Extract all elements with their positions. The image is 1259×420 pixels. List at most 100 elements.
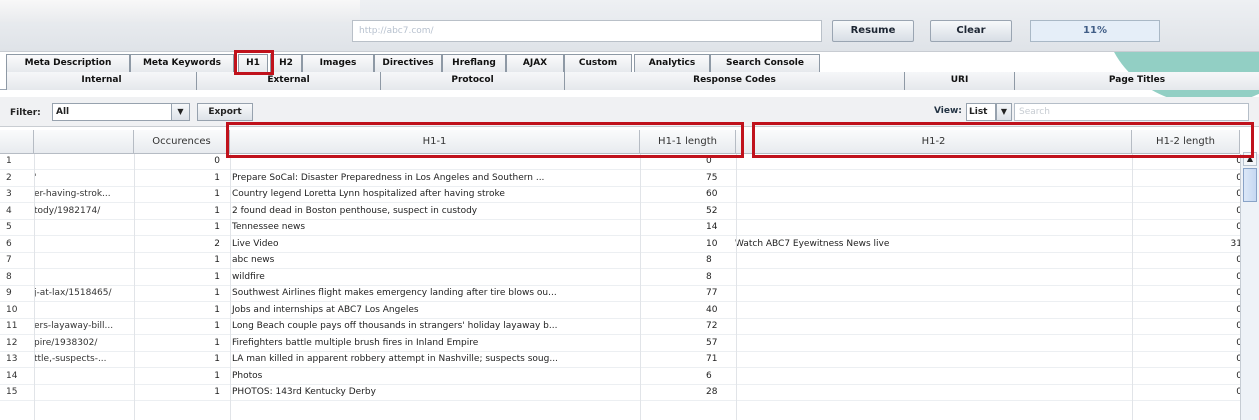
occurences-cell: 1 bbox=[214, 370, 220, 381]
h1-tab-highlight bbox=[234, 50, 274, 75]
occurences-cell: 1 bbox=[214, 288, 220, 298]
occurences-cell: 1 bbox=[214, 172, 220, 183]
vertical-scrollbar[interactable]: ▲ bbox=[1240, 152, 1259, 420]
occurences-cell: 1 bbox=[214, 271, 220, 282]
row-number: 7 bbox=[6, 255, 12, 265]
h1-1-length-cell: 6 bbox=[706, 370, 712, 381]
row-number: 2 bbox=[6, 172, 12, 183]
table-row[interactable]: 13 ttle,-suspects-... 1 LA man killed in ap… bbox=[0, 352, 1242, 368]
tab-external[interactable]: External bbox=[196, 72, 380, 90]
h1-2-cell bbox=[733, 253, 1133, 269]
clear-button[interactable]: Clear bbox=[930, 20, 1012, 42]
occurences-cell: 1 bbox=[214, 337, 220, 348]
h1-1-length-cell: 10 bbox=[706, 238, 718, 249]
h1-2-cell bbox=[733, 204, 1133, 220]
h1-1-length-cell: 72 bbox=[706, 321, 718, 331]
table-row[interactable]: 11 ers-layaway-bill... 1 Long Beach couple … bbox=[0, 319, 1242, 335]
tab-directives[interactable]: Directives bbox=[374, 54, 442, 72]
filter-select[interactable]: All ▼ bbox=[52, 103, 190, 121]
export-button[interactable]: Export bbox=[197, 103, 253, 121]
tab-analytics[interactable]: Analytics bbox=[634, 54, 710, 72]
row-number: 4 bbox=[6, 205, 12, 216]
address-cell bbox=[34, 270, 134, 286]
address-cell: tody/1982174/ bbox=[34, 205, 101, 216]
h1-2-cell bbox=[733, 352, 1133, 368]
h1-1-length-cell: 8 bbox=[706, 255, 712, 265]
h1-2-length-cell: 0 bbox=[1134, 204, 1244, 220]
tab-response-codes[interactable]: Response Codes bbox=[564, 72, 904, 90]
h1-1-length-cell: 52 bbox=[706, 205, 718, 216]
tab-page-titles[interactable]: Page Titles bbox=[1014, 72, 1259, 90]
h1-1-cell: abc news bbox=[232, 255, 275, 265]
table-row[interactable]: 6 2 Live Video 10 Watch ABC7 Eyewitness News… bbox=[0, 237, 1242, 253]
table-row[interactable]: 2 ' 1 Prepare SoCal: Disaster Preparedness … bbox=[0, 171, 1242, 187]
occurences-cell: 2 bbox=[214, 238, 220, 249]
crawl-progress: 11% bbox=[1030, 20, 1160, 42]
column-divider bbox=[736, 154, 737, 420]
blurred-menu-area bbox=[0, 0, 360, 22]
h1-1-columns-highlight bbox=[226, 122, 744, 158]
tab-custom[interactable]: Custom bbox=[564, 54, 632, 72]
resume-button[interactable]: Resume bbox=[832, 20, 914, 42]
caret-down-icon[interactable]: ▼ bbox=[996, 103, 1012, 121]
address-cell bbox=[34, 220, 134, 236]
h1-2-cell bbox=[733, 303, 1133, 319]
h1-2-length-cell: 0 bbox=[1134, 303, 1244, 319]
search-input[interactable]: Search bbox=[1014, 103, 1249, 121]
tab-ajax[interactable]: AJAX bbox=[506, 54, 564, 72]
tab-h2[interactable]: H2 bbox=[270, 54, 302, 72]
h1-2-cell: Watch ABC7 Eyewitness News live bbox=[735, 238, 890, 249]
view-select[interactable]: List bbox=[966, 103, 996, 121]
table-row[interactable]: 10 1 Jobs and internships at ABC7 Los Ange… bbox=[0, 303, 1242, 319]
occurences-cell: 1 bbox=[214, 222, 220, 232]
address-cell bbox=[34, 154, 134, 170]
h1-1-cell: Tennessee news bbox=[232, 222, 306, 232]
h1-2-length-cell: 0 bbox=[1134, 369, 1244, 385]
occurences-cell: 1 bbox=[214, 189, 220, 199]
tab-row-primary: Internal External Protocol Response Code… bbox=[0, 72, 1259, 90]
address-cell bbox=[34, 369, 134, 385]
table-row[interactable]: 9 j-at-lax/1518465/1 Southwest Airlines fl… bbox=[0, 286, 1242, 302]
address-cell: j-at-lax/1518465/ bbox=[34, 288, 112, 298]
h1-2-columns-highlight bbox=[752, 122, 1254, 158]
table-row[interactable]: 14 1 Photos 6 0 bbox=[0, 369, 1242, 385]
table-row[interactable]: 3 er-having-strok... 1 Country legend Loret… bbox=[0, 187, 1242, 203]
h1-1-cell: Firefighters battle multiple brush fires… bbox=[232, 337, 479, 348]
h1-1-length-cell: 71 bbox=[706, 354, 718, 364]
address-cell bbox=[34, 237, 134, 253]
h1-2-cell bbox=[733, 187, 1133, 203]
address-cell: ttle,-suspects-... bbox=[34, 354, 107, 364]
tab-images[interactable]: Images bbox=[302, 54, 374, 72]
h1-1-cell: Long Beach couple pays off thousands in … bbox=[232, 321, 558, 331]
caret-down-icon[interactable]: ▼ bbox=[171, 104, 189, 120]
table-row[interactable]: 8 1 wildfire 8 0 bbox=[0, 270, 1242, 286]
h1-1-cell: Jobs and internships at ABC7 Los Angeles bbox=[232, 304, 419, 315]
url-input[interactable]: http://abc7.com/ bbox=[352, 20, 822, 42]
tab-search-console[interactable]: Search Console bbox=[710, 54, 820, 72]
h1-1-length-cell: 14 bbox=[706, 222, 718, 232]
h1-2-length-cell: 31 bbox=[1230, 238, 1242, 249]
tab-protocol[interactable]: Protocol bbox=[380, 72, 564, 90]
tab-meta-description[interactable]: Meta Description bbox=[6, 54, 130, 72]
scroll-thumb[interactable] bbox=[1243, 168, 1257, 202]
row-number: 9 bbox=[6, 288, 12, 298]
table-row[interactable]: 4 tody/1982174/1 2 found dead in Boston pe… bbox=[0, 204, 1242, 220]
h1-1-cell: Southwest Airlines flight makes emergenc… bbox=[232, 288, 557, 298]
table-row[interactable]: 5 1 Tennessee news 14 0 bbox=[0, 220, 1242, 236]
h1-2-cell bbox=[733, 319, 1133, 335]
address-cell bbox=[34, 303, 134, 319]
tab-internal[interactable]: Internal bbox=[6, 72, 196, 90]
h1-1-length-cell: 77 bbox=[706, 288, 718, 298]
h1-2-cell bbox=[733, 171, 1133, 187]
tab-uri[interactable]: URI bbox=[904, 72, 1014, 90]
column-divider bbox=[230, 154, 231, 420]
table-row[interactable]: 12 pire/1938302/1 Firefighters battle mult… bbox=[0, 336, 1242, 352]
tab-meta-keywords[interactable]: Meta Keywords bbox=[130, 54, 234, 72]
column-header-occurences[interactable]: Occurences bbox=[134, 130, 230, 154]
h1-2-cell bbox=[733, 270, 1133, 286]
row-number: 5 bbox=[6, 222, 12, 232]
table-row[interactable]: 15 1 PHOTOS: 143rd Kentucky Derby 28 0 bbox=[0, 385, 1242, 401]
tab-hreflang[interactable]: Hreflang bbox=[442, 54, 506, 72]
table-row[interactable]: 7 1 abc news 8 0 bbox=[0, 253, 1242, 269]
column-divider bbox=[34, 154, 35, 420]
